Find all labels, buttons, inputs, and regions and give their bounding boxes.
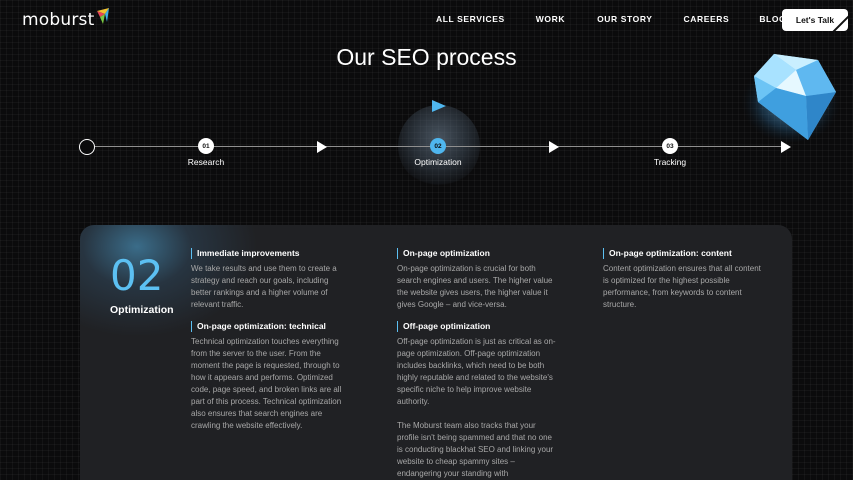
arrow-right-icon: [317, 141, 327, 153]
arrow-right-icon: [432, 100, 446, 112]
page-title: Our SEO process: [336, 44, 517, 70]
timeline-step-research[interactable]: 01 Research: [166, 138, 246, 167]
main-nav: ALL SERVICES WORK OUR STORY CAREERS BLOG: [436, 14, 786, 24]
lets-talk-button[interactable]: Let's Talk: [782, 9, 848, 31]
block-text: The Moburst team also tracks that your p…: [397, 421, 554, 478]
nav-our-story[interactable]: OUR STORY: [597, 14, 652, 24]
block-title: On-page optimization: technical: [191, 321, 351, 332]
arrow-right-icon: [549, 141, 559, 153]
step-detail-panel: 02 Optimization Immediate improvements W…: [80, 225, 792, 480]
block-text: We take results and use them to create a…: [191, 264, 337, 309]
content-block: Immediate improvements We take results a…: [191, 248, 351, 311]
block-title: On-page optimization: content: [603, 248, 763, 259]
content-block: On-page optimization On-page optimizatio…: [397, 248, 557, 311]
step-number: 02: [430, 138, 446, 154]
timeline-step-tracking[interactable]: 03 Tracking: [630, 138, 710, 167]
nav-work[interactable]: WORK: [536, 14, 565, 24]
process-timeline: 01 Research 02 Optimization 03 Tracking: [0, 100, 853, 187]
logo-flag-icon: [97, 8, 110, 24]
nav-careers[interactable]: CAREERS: [684, 14, 730, 24]
timeline-start-circle: [79, 139, 95, 155]
content-column-1: Immediate improvements We take results a…: [191, 248, 351, 442]
block-title: On-page optimization: [397, 248, 557, 259]
step-label: Optimization: [414, 157, 462, 167]
nav-all-services[interactable]: ALL SERVICES: [436, 14, 505, 24]
step-label: Research: [187, 157, 225, 167]
step-number: 03: [662, 138, 678, 154]
timeline-step-optimization[interactable]: 02 Optimization: [398, 138, 478, 167]
arrow-right-icon: [781, 141, 791, 153]
content-block: On-page optimization: content Content op…: [603, 248, 763, 311]
block-title: Immediate improvements: [191, 248, 351, 259]
block-text: Technical optimization touches everythin…: [191, 337, 342, 430]
lets-talk-label: Let's Talk: [795, 15, 835, 25]
brand-name: moburst: [22, 10, 95, 30]
block-title: Off-page optimization: [397, 321, 557, 332]
brand-logo[interactable]: moburst: [22, 8, 110, 31]
content-column-3: On-page optimization: content Content op…: [603, 248, 763, 321]
content-column-2: On-page optimization On-page optimizatio…: [397, 248, 557, 480]
block-text: Off-page optimization is just as critica…: [397, 337, 556, 406]
block-text: On-page optimization is crucial for both…: [397, 264, 553, 309]
block-text: Content optimization ensures that all co…: [603, 264, 761, 309]
step-number: 01: [198, 138, 214, 154]
content-block: On-page optimization: technical Technica…: [191, 321, 351, 432]
content-block: Off-page optimization Off-page optimizat…: [397, 321, 557, 480]
panel-step-number: 02: [110, 251, 164, 300]
site-header: moburst ALL SERVICES WORK OUR STORY CARE…: [0, 0, 853, 40]
panel-step-name: Optimization: [110, 304, 174, 316]
step-label: Tracking: [653, 157, 687, 167]
